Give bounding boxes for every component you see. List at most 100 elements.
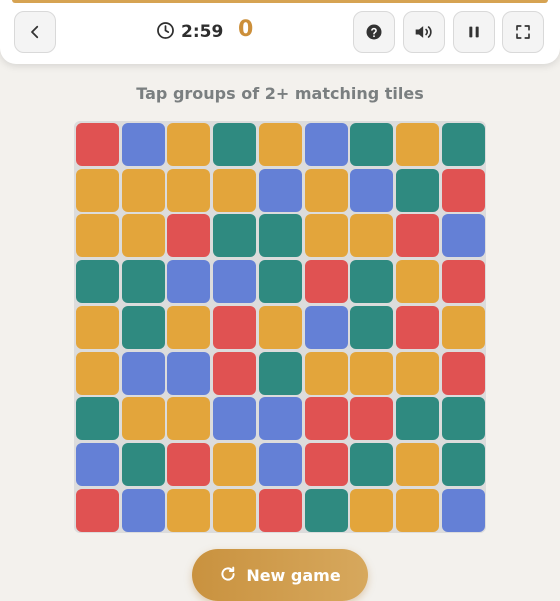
score-value: 0 (238, 17, 254, 42)
pause-button[interactable] (453, 11, 495, 53)
tile[interactable] (395, 214, 439, 258)
tile[interactable] (76, 168, 119, 212)
tile[interactable] (395, 351, 439, 395)
tile[interactable] (304, 442, 348, 486)
tile[interactable] (395, 305, 439, 349)
tile[interactable] (167, 168, 211, 212)
tile[interactable] (76, 397, 119, 441)
tile[interactable] (167, 305, 211, 349)
tile[interactable] (304, 397, 348, 441)
tile[interactable] (350, 168, 394, 212)
tile[interactable] (76, 214, 119, 258)
tile[interactable] (395, 397, 439, 441)
tile[interactable] (76, 351, 119, 395)
tile[interactable] (167, 123, 211, 166)
tile[interactable] (258, 168, 302, 212)
tile[interactable] (121, 214, 165, 258)
tile[interactable] (121, 305, 165, 349)
tile[interactable] (258, 488, 302, 532)
tile[interactable] (121, 442, 165, 486)
accent-line (12, 0, 548, 3)
tile[interactable] (167, 442, 211, 486)
tile[interactable] (167, 397, 211, 441)
tile[interactable] (213, 260, 257, 304)
back-button[interactable] (14, 11, 56, 53)
tile[interactable] (213, 123, 257, 166)
tile[interactable] (167, 214, 211, 258)
tile[interactable] (441, 123, 485, 166)
tile[interactable] (213, 168, 257, 212)
new-game-label: New game (246, 565, 341, 585)
tile[interactable] (441, 214, 485, 258)
fullscreen-button[interactable] (502, 11, 544, 53)
tile[interactable] (258, 214, 302, 258)
tile[interactable] (76, 488, 119, 532)
tile[interactable] (213, 397, 257, 441)
tile[interactable] (395, 168, 439, 212)
top-bar: 2:59 0 (0, 0, 560, 64)
tile[interactable] (76, 442, 119, 486)
tile[interactable] (258, 351, 302, 395)
tile[interactable] (213, 351, 257, 395)
tile[interactable] (121, 488, 165, 532)
clock-icon (156, 21, 175, 44)
tile[interactable] (258, 305, 302, 349)
tile[interactable] (304, 123, 348, 166)
tile[interactable] (258, 397, 302, 441)
tile[interactable] (441, 351, 485, 395)
game-screen: 2:59 0 Tap groups of 2+ matching tiles N… (0, 0, 560, 601)
tile[interactable] (304, 351, 348, 395)
tile[interactable] (441, 397, 485, 441)
tile[interactable] (395, 488, 439, 532)
tile[interactable] (304, 305, 348, 349)
tile[interactable] (167, 488, 211, 532)
tile[interactable] (441, 305, 485, 349)
new-game-button[interactable]: New game (192, 549, 368, 601)
tile[interactable] (350, 305, 394, 349)
tile[interactable] (258, 442, 302, 486)
tile[interactable] (441, 168, 485, 212)
tile[interactable] (395, 442, 439, 486)
tile[interactable] (441, 260, 485, 304)
tile[interactable] (167, 351, 211, 395)
tile[interactable] (213, 488, 257, 532)
tile[interactable] (167, 260, 211, 304)
tile[interactable] (350, 397, 394, 441)
instructions-text: Tap groups of 2+ matching tiles (136, 84, 424, 103)
timer: 2:59 (156, 20, 223, 44)
sound-button[interactable] (403, 11, 445, 53)
timer-value: 2:59 (181, 22, 224, 42)
tile[interactable] (441, 488, 485, 532)
tile[interactable] (304, 168, 348, 212)
chevron-left-icon (26, 23, 44, 41)
tile[interactable] (213, 442, 257, 486)
sound-on-icon (413, 22, 435, 42)
tile[interactable] (76, 123, 119, 166)
tile[interactable] (121, 260, 165, 304)
pause-icon (466, 24, 482, 40)
tile[interactable] (350, 442, 394, 486)
tile[interactable] (350, 123, 394, 166)
tile[interactable] (304, 488, 348, 532)
tile[interactable] (350, 214, 394, 258)
help-icon (365, 23, 383, 41)
tile[interactable] (395, 123, 439, 166)
tile[interactable] (304, 260, 348, 304)
help-button[interactable] (353, 11, 395, 53)
tile[interactable] (213, 214, 257, 258)
tile[interactable] (304, 214, 348, 258)
tile[interactable] (350, 488, 394, 532)
tile[interactable] (121, 123, 165, 166)
tile[interactable] (350, 260, 394, 304)
tile[interactable] (441, 442, 485, 486)
tile[interactable] (121, 397, 165, 441)
tile[interactable] (258, 260, 302, 304)
tile[interactable] (395, 260, 439, 304)
tile[interactable] (350, 351, 394, 395)
tile[interactable] (76, 305, 119, 349)
tile[interactable] (213, 305, 257, 349)
tile[interactable] (121, 351, 165, 395)
tile[interactable] (121, 168, 165, 212)
tile[interactable] (76, 260, 119, 304)
tile[interactable] (258, 123, 302, 166)
